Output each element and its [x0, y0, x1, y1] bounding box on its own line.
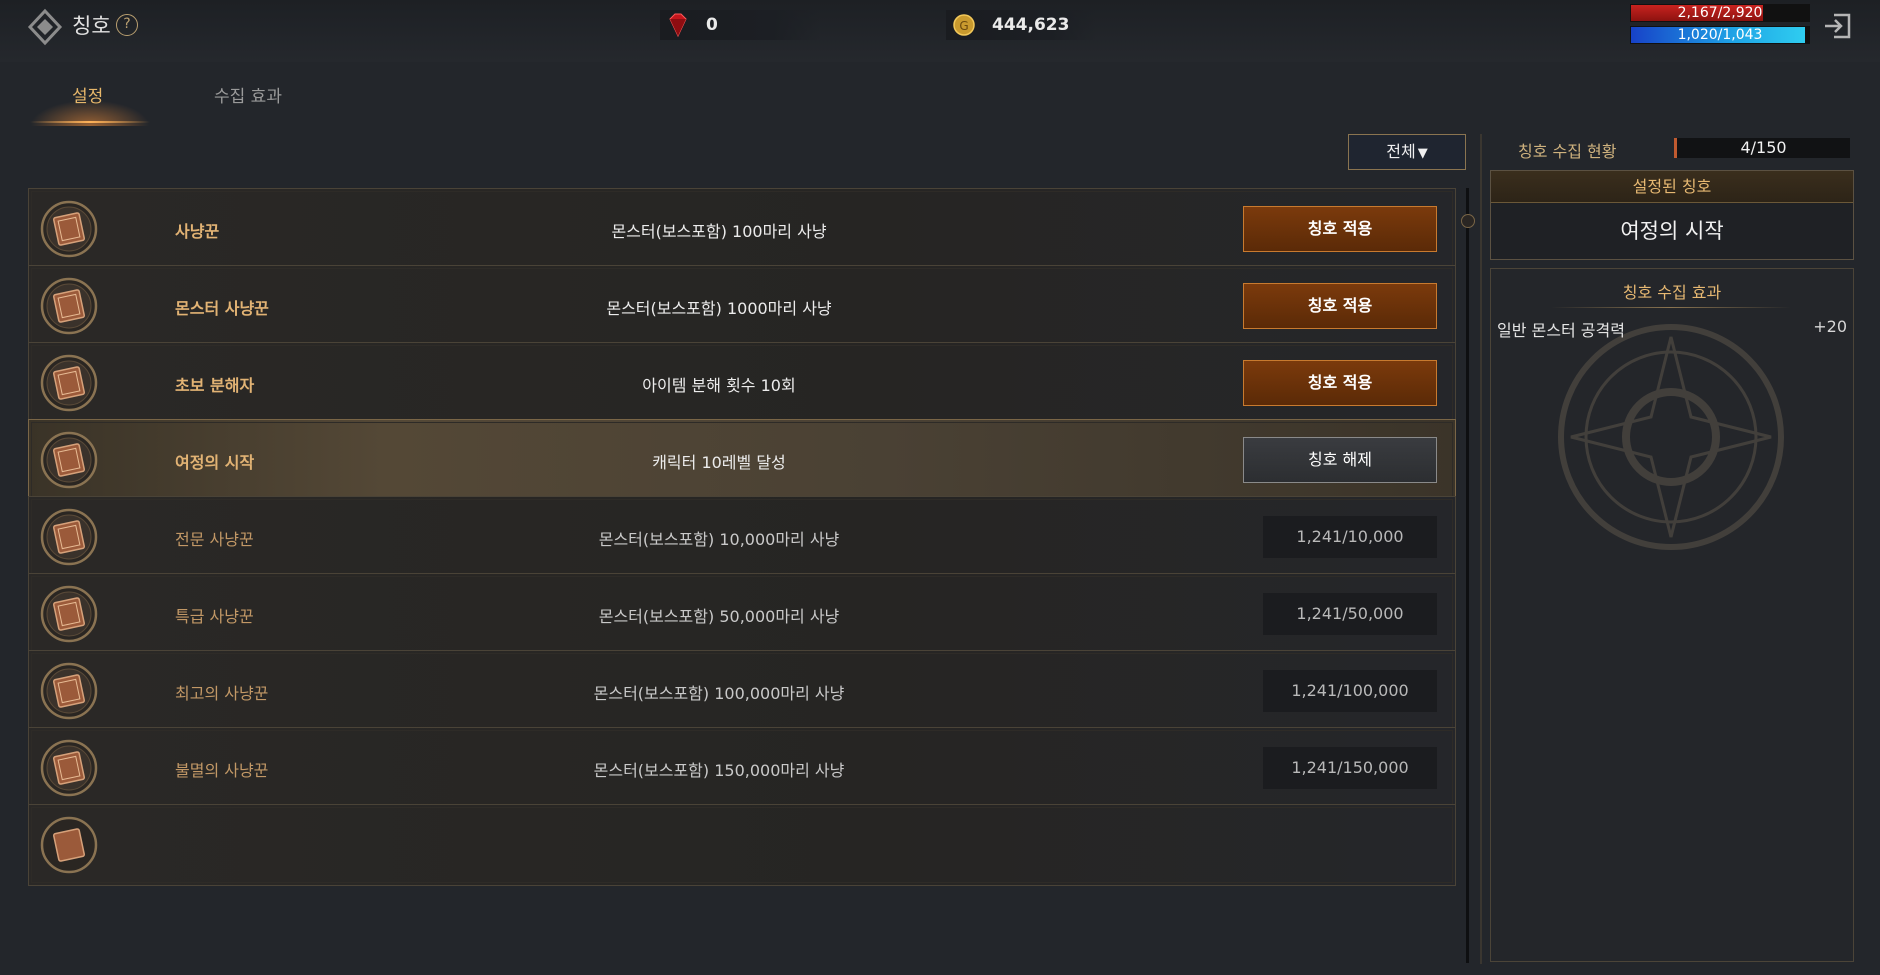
title-progress: 1,241/50,000	[1263, 593, 1437, 635]
title-progress: 1,241/150,000	[1263, 747, 1437, 789]
effect-value: +20	[1813, 317, 1847, 336]
title-book-icon	[40, 277, 98, 335]
title-condition: 캐릭터 10레벨 달성	[652, 453, 786, 472]
title-book-icon	[40, 662, 98, 720]
title-condition: 몬스터(보스포함) 100마리 사냥	[611, 222, 827, 241]
ruby-currency: 0	[660, 10, 820, 40]
title-list[interactable]: 사냥꾼 몬스터(보스포함) 100마리 사냥 칭호 적용 몬스터 사냥꾼 몬스터…	[28, 188, 1456, 963]
collection-effect-header: 칭호 수집 효과	[1622, 283, 1722, 302]
hp-text: 2,167/2,920	[1677, 5, 1763, 21]
mp-text: 1,020/1,043	[1677, 27, 1763, 43]
effect-row: 일반 몬스터 공격력 +20	[1497, 317, 1847, 341]
caret-down-icon: ▼	[1417, 146, 1428, 161]
title-row[interactable]: 초보 분해자 아이템 분해 횟수 10회 칭호 적용	[28, 342, 1456, 424]
effect-divider	[1551, 307, 1791, 308]
hp-bar: 2,167/2,920	[1630, 4, 1810, 22]
apply-title-button[interactable]: 칭호 적용	[1243, 283, 1437, 329]
top-bar: 칭호 ? 0 G 444,623 2,167/2,920 1,020/1,043	[0, 0, 1880, 62]
title-condition: 몬스터(보스포함) 150,000마리 사냥	[593, 761, 845, 780]
panel-divider	[1480, 134, 1482, 964]
title-name: 특급 사냥꾼	[175, 607, 254, 626]
title-row[interactable]: 사냥꾼 몬스터(보스포함) 100마리 사냥 칭호 적용	[28, 188, 1456, 270]
title-row[interactable]: 특급 사냥꾼 몬스터(보스포함) 50,000마리 사냥 1,241/50,00…	[28, 573, 1456, 655]
filter-dropdown[interactable]: 전체 ▼	[1348, 134, 1466, 170]
title-condition: 몬스터(보스포함) 1000마리 사냥	[606, 299, 832, 318]
title-condition: 몬스터(보스포함) 10,000마리 사냥	[598, 530, 840, 549]
ruby-icon	[669, 13, 687, 38]
title-row[interactable]: 최고의 사냥꾼 몬스터(보스포함) 100,000마리 사냥 1,241/100…	[28, 650, 1456, 732]
title-progress: 1,241/10,000	[1263, 516, 1437, 558]
title-condition: 몬스터(보스포함) 100,000마리 사냥	[593, 684, 845, 703]
effect-label: 일반 몬스터 공격력	[1497, 321, 1625, 340]
title-book-icon	[40, 816, 98, 874]
seal-emblem-icon	[1558, 324, 1784, 550]
title-book-icon	[40, 585, 98, 643]
title-row[interactable]: 여정의 시작 캐릭터 10레벨 달성 칭호 해제	[28, 419, 1456, 501]
equipped-title-name: 여정의 시작	[1620, 219, 1724, 243]
back-icon[interactable]	[26, 8, 64, 46]
tab-underline	[30, 121, 150, 123]
page-title: 칭호	[72, 14, 111, 38]
title-progress: 1,241/100,000	[1263, 670, 1437, 712]
title-book-icon	[40, 200, 98, 258]
title-condition: 아이템 분해 횟수 10회	[642, 376, 796, 395]
help-icon[interactable]: ?	[116, 14, 138, 36]
title-name: 최고의 사냥꾼	[175, 684, 269, 703]
collection-effect-panel: 칭호 수집 효과 일반 몬스터 공격력 +20	[1490, 268, 1854, 962]
exit-icon[interactable]	[1822, 10, 1854, 42]
title-row[interactable]: 전문 사냥꾼 몬스터(보스포함) 10,000마리 사냥 1,241/10,00…	[28, 496, 1456, 578]
ruby-value: 0	[706, 15, 718, 35]
tab-settings[interactable]: 설정	[72, 82, 103, 107]
title-row[interactable]: 불멸의 사냥꾼 몬스터(보스포함) 150,000마리 사냥 1,241/150…	[28, 727, 1456, 809]
collection-status-value: 4/150	[1674, 138, 1850, 158]
equipped-title-header: 설정된 칭호	[1491, 171, 1853, 203]
title-row[interactable]: 몬스터 사냥꾼 몬스터(보스포함) 1000마리 사냥 칭호 적용	[28, 265, 1456, 347]
title-name: 초보 분해자	[175, 376, 255, 395]
svg-text:G: G	[959, 19, 968, 33]
title-book-icon	[40, 354, 98, 412]
apply-title-button[interactable]: 칭호 적용	[1243, 360, 1437, 406]
apply-title-button[interactable]: 칭호 적용	[1243, 206, 1437, 252]
gold-coin-icon: G	[953, 14, 975, 36]
gold-currency: G 444,623	[946, 10, 1096, 40]
title-condition: 몬스터(보스포함) 50,000마리 사냥	[598, 607, 840, 626]
title-name: 사냥꾼	[175, 222, 220, 241]
scrollbar[interactable]	[1466, 188, 1469, 963]
title-name: 몬스터 사냥꾼	[175, 299, 269, 318]
unequip-title-button[interactable]: 칭호 해제	[1243, 437, 1437, 483]
tab-collection-effect[interactable]: 수집 효과	[214, 82, 282, 107]
title-name: 여정의 시작	[175, 453, 255, 472]
title-book-icon	[40, 508, 98, 566]
title-book-icon	[40, 739, 98, 797]
mp-bar: 1,020/1,043	[1630, 26, 1810, 44]
title-name: 불멸의 사냥꾼	[175, 761, 269, 780]
title-book-icon	[40, 431, 98, 489]
gold-value: 444,623	[992, 15, 1070, 35]
filter-label: 전체	[1386, 142, 1416, 161]
collection-status-label: 칭호 수집 현황	[1518, 142, 1617, 161]
title-name: 전문 사냥꾼	[175, 530, 254, 549]
title-row[interactable]	[28, 804, 1456, 886]
equipped-title-panel: 설정된 칭호 여정의 시작	[1490, 170, 1854, 260]
scroll-handle[interactable]	[1461, 214, 1475, 228]
